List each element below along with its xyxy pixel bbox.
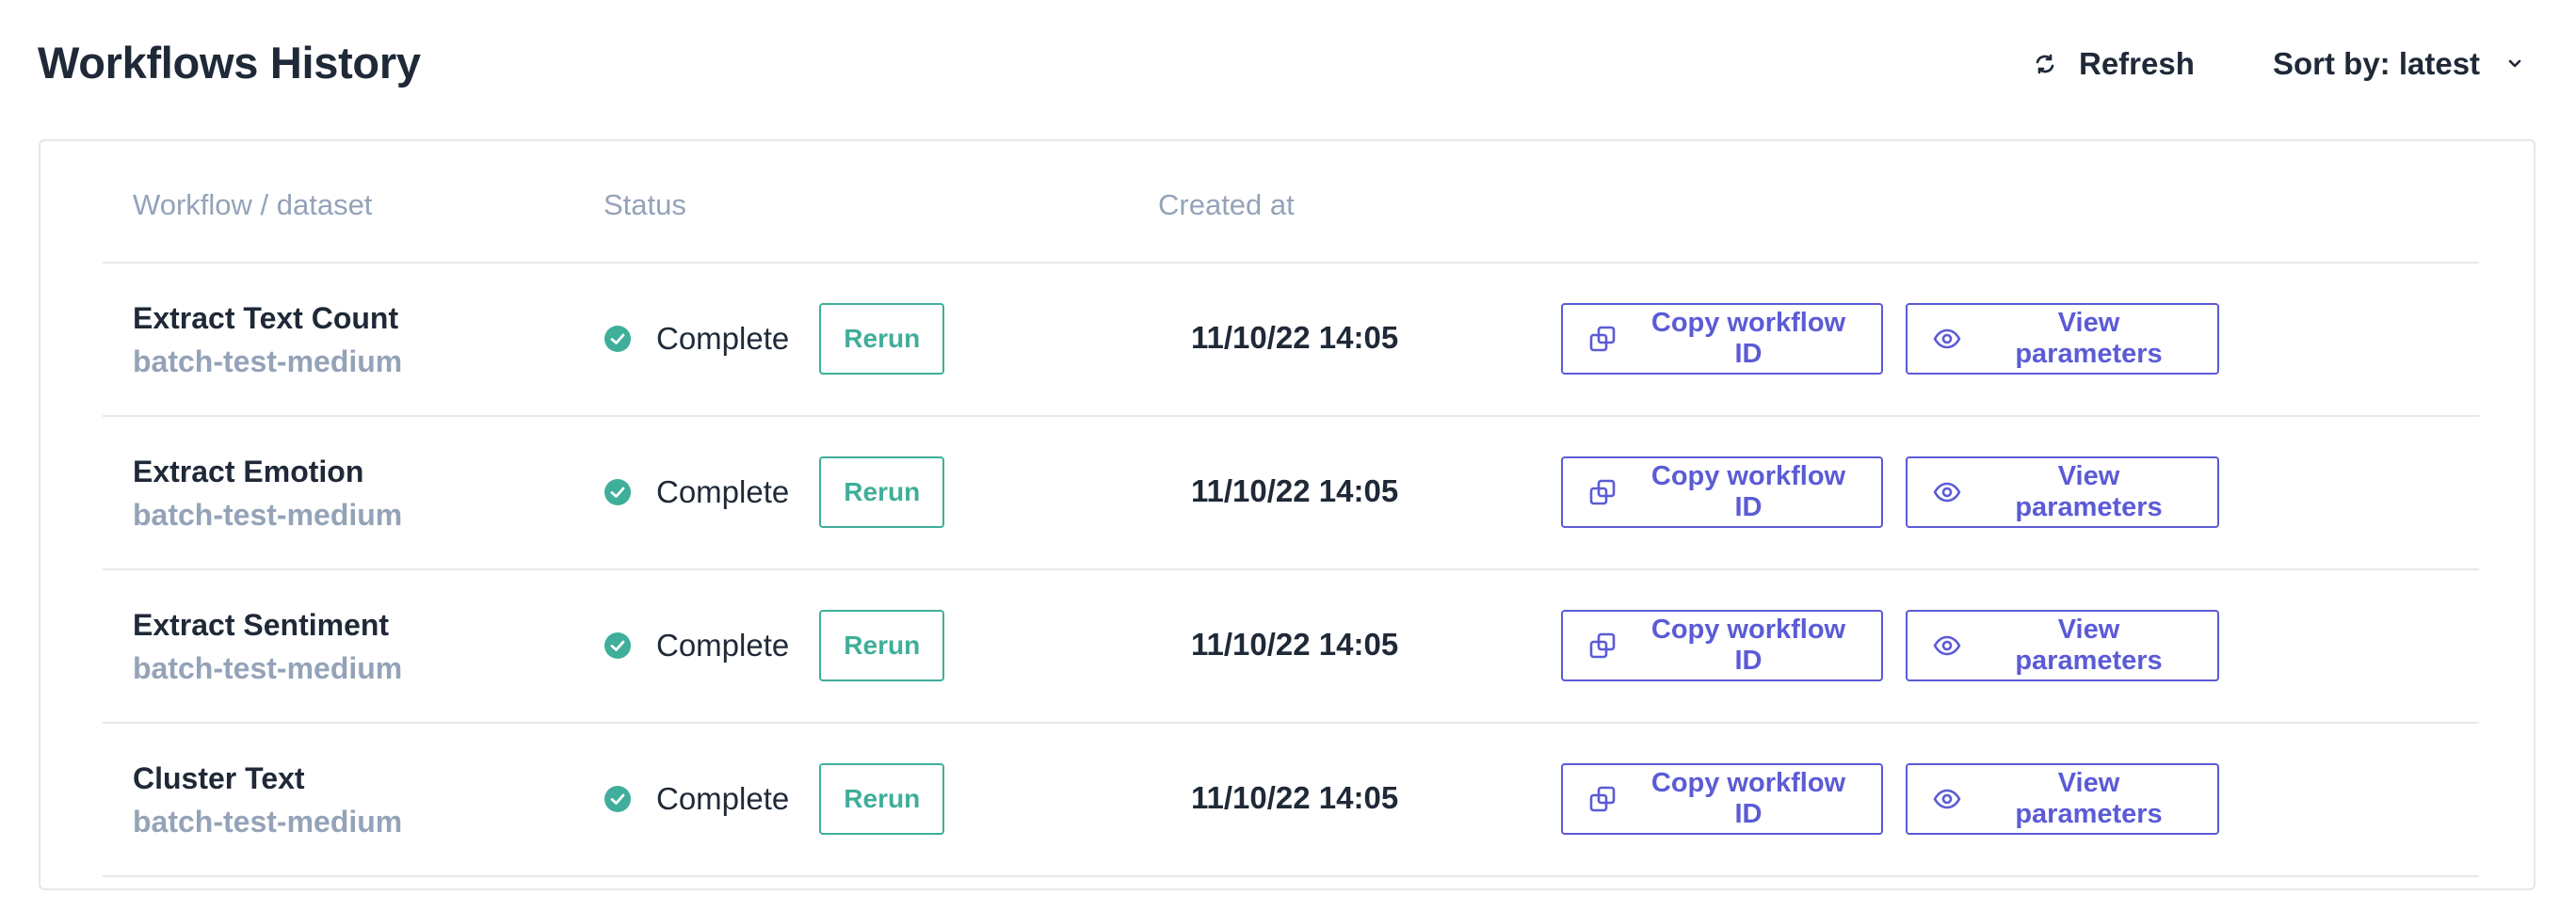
copy-icon: [1587, 324, 1618, 354]
workflow-cell: Extract Emotion batch-test-medium: [133, 451, 402, 537]
view-parameters-button[interactable]: View parameters: [1906, 456, 2219, 528]
check-circle-icon: [604, 478, 632, 506]
dataset-name: batch-test-medium: [133, 498, 403, 532]
status-cell: Complete Rerun: [604, 303, 945, 375]
refresh-label: Refresh: [2079, 46, 2195, 81]
status-cell: Complete Rerun: [604, 456, 945, 528]
copy-workflow-id-label: Copy workflow ID: [1650, 461, 1846, 522]
table-row: Cluster Text batch-test-medium Complete …: [103, 724, 2479, 877]
copy-icon: [1587, 631, 1618, 661]
workflows-card: Workflow / dataset Status Created at Ext…: [39, 139, 2536, 890]
created-at: 11/10/22 14:05: [1191, 627, 1399, 662]
table-row: Extract Emotion batch-test-medium Comple…: [103, 417, 2479, 570]
created-at: 11/10/22 14:05: [1191, 320, 1399, 355]
column-header-workflow: Workflow / dataset: [133, 188, 373, 221]
eye-icon: [1932, 477, 1962, 507]
rerun-button[interactable]: Rerun: [819, 610, 945, 681]
copy-workflow-id-button[interactable]: Copy workflow ID: [1561, 456, 1883, 528]
view-parameters-label: View parameters: [2015, 461, 2163, 522]
view-parameters-label: View parameters: [2015, 768, 2163, 829]
eye-icon: [1932, 784, 1962, 814]
rerun-button[interactable]: Rerun: [819, 763, 945, 835]
status-text: Complete: [656, 474, 790, 509]
check-circle-icon: [604, 631, 632, 660]
dataset-name: batch-test-medium: [133, 344, 403, 378]
copy-workflow-id-label: Copy workflow ID: [1650, 615, 1846, 676]
page-title: Workflows History: [38, 38, 421, 88]
row-actions: Copy workflow ID View parameters: [1561, 763, 2219, 835]
sort-dropdown[interactable]: Sort by: latest: [2273, 36, 2525, 92]
table-row: Extract Text Count batch-test-medium Com…: [103, 264, 2479, 417]
view-parameters-button[interactable]: View parameters: [1906, 763, 2219, 835]
check-circle-icon: [604, 325, 632, 353]
row-actions: Copy workflow ID View parameters: [1561, 456, 2219, 528]
copy-icon: [1587, 477, 1618, 507]
page-header: Workflows History Refresh Sort by: lates…: [0, 0, 2576, 132]
rerun-button[interactable]: Rerun: [819, 303, 945, 375]
workflow-cell: Cluster Text batch-test-medium: [133, 758, 402, 844]
created-at: 11/10/22 14:05: [1191, 780, 1399, 815]
status-text: Complete: [656, 321, 790, 356]
column-header-created: Created at: [1158, 188, 1295, 221]
dataset-name: batch-test-medium: [133, 651, 403, 685]
copy-workflow-id-button[interactable]: Copy workflow ID: [1561, 303, 1883, 375]
workflow-cell: Extract Sentiment batch-test-medium: [133, 604, 402, 691]
eye-icon: [1932, 631, 1962, 661]
dataset-name: batch-test-medium: [133, 805, 403, 839]
refresh-button[interactable]: Refresh: [2034, 36, 2195, 92]
table-row: Extract Sentiment batch-test-medium Comp…: [103, 570, 2479, 724]
sort-label: Sort by: latest: [2273, 46, 2481, 81]
check-circle-icon: [604, 785, 632, 813]
row-actions: Copy workflow ID View parameters: [1561, 610, 2219, 681]
view-parameters-label: View parameters: [2015, 615, 2163, 676]
copy-workflow-id-button[interactable]: Copy workflow ID: [1561, 610, 1883, 681]
refresh-icon: [2034, 53, 2056, 75]
rerun-button[interactable]: Rerun: [819, 456, 945, 528]
eye-icon: [1932, 324, 1962, 354]
column-header-status: Status: [604, 188, 686, 221]
view-parameters-label: View parameters: [2015, 308, 2163, 369]
workflow-cell: Extract Text Count batch-test-medium: [133, 297, 402, 384]
view-parameters-button[interactable]: View parameters: [1906, 610, 2219, 681]
table-header: Workflow / dataset Status Created at: [103, 141, 2479, 264]
workflow-name: Extract Text Count: [133, 301, 399, 335]
status-cell: Complete Rerun: [604, 763, 945, 835]
workflow-name: Extract Emotion: [133, 455, 364, 488]
status-cell: Complete Rerun: [604, 610, 945, 681]
copy-workflow-id-label: Copy workflow ID: [1650, 768, 1846, 829]
copy-icon: [1587, 784, 1618, 814]
workflows-table: Workflow / dataset Status Created at Ext…: [103, 141, 2479, 877]
copy-workflow-id-label: Copy workflow ID: [1650, 308, 1846, 369]
status-text: Complete: [656, 628, 790, 663]
workflow-name: Extract Sentiment: [133, 608, 390, 642]
created-at: 11/10/22 14:05: [1191, 473, 1399, 508]
chevron-down-icon: [2504, 54, 2525, 74]
workflow-name: Cluster Text: [133, 761, 305, 795]
copy-workflow-id-button[interactable]: Copy workflow ID: [1561, 763, 1883, 835]
row-actions: Copy workflow ID View parameters: [1561, 303, 2219, 375]
view-parameters-button[interactable]: View parameters: [1906, 303, 2219, 375]
status-text: Complete: [656, 781, 790, 816]
